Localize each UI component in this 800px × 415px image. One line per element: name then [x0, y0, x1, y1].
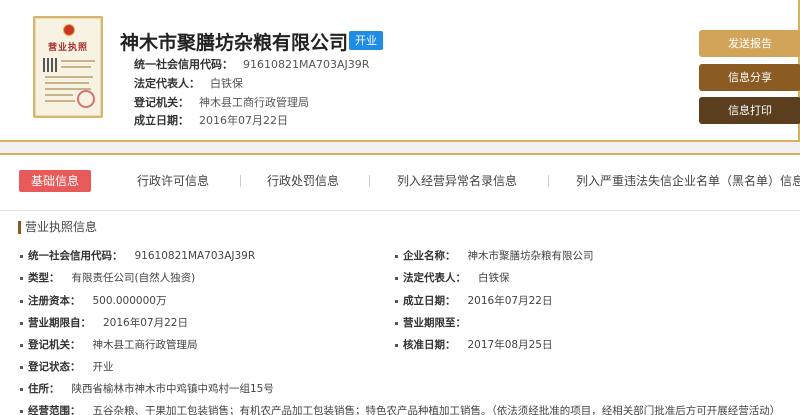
license-text-line: [45, 76, 93, 78]
header-authority-value: 神木县工商行政管理局: [199, 96, 309, 109]
header-established-label: 成立日期：: [134, 114, 189, 127]
field-label: 企业名称：: [403, 250, 456, 262]
license-thumbnail-title: 营业执照: [47, 43, 88, 53]
field-label: 注册资本：: [28, 295, 81, 307]
tab-blacklist[interactable]: 列入严重违法失信企业名单（黑名单）信息: [576, 170, 800, 192]
bullet-icon: [395, 299, 398, 303]
field-value: 陕西省榆林市神木市中鸡镇中鸡村一组15号: [71, 383, 274, 395]
red-seal-icon: [77, 90, 95, 108]
bullet-icon: [20, 276, 23, 280]
tab-abnormal-list[interactable]: 列入经营异常名录信息: [397, 170, 517, 192]
header-established-row: 成立日期： 2016年07月22日: [134, 112, 288, 128]
field-legal-representative: 法定代表人： 白铁保: [395, 270, 510, 285]
field-term-to: 营业期限至：: [395, 315, 478, 330]
field-value: 91610821MA703AJ39R: [134, 250, 256, 262]
bullet-icon: [20, 321, 23, 325]
field-registration-status: 登记状态： 开业: [20, 359, 114, 374]
tab-bar: 基础信息 行政许可信息 行政处罚信息 列入经营异常名录信息 列入严重违法失信企业…: [0, 155, 800, 211]
header-authority-row: 登记机关： 神木县工商行政管理局: [134, 94, 309, 110]
field-label: 营业期限至：: [403, 317, 466, 329]
header-credit-code-label: 统一社会信用代码：: [134, 58, 233, 71]
tab-basic-info[interactable]: 基础信息: [19, 170, 91, 192]
national-emblem-icon: [63, 24, 75, 36]
field-value: 开业: [92, 361, 114, 373]
field-label: 营业期限自：: [28, 317, 91, 329]
field-credit-code: 统一社会信用代码： 91610821MA703AJ39R: [20, 248, 255, 263]
bullet-icon: [20, 387, 23, 391]
field-label: 成立日期：: [403, 295, 456, 307]
bullet-icon: [395, 343, 398, 347]
field-value: 500.000000万: [92, 295, 167, 307]
header-authority-label: 登记机关：: [134, 96, 189, 109]
bullet-icon: [395, 254, 398, 258]
share-info-button[interactable]: 信息分享: [699, 64, 800, 91]
field-value: 白铁保: [478, 272, 510, 284]
bullet-icon: [20, 365, 23, 369]
field-label: 核准日期：: [403, 339, 456, 351]
qr-code-icon: [43, 58, 57, 72]
field-type: 类型： 有限责任公司(自然人独资): [20, 270, 195, 285]
field-value: 神木县工商行政管理局: [92, 339, 198, 351]
field-approval-date: 核准日期： 2017年08月25日: [395, 337, 552, 352]
field-label: 登记机关：: [28, 339, 81, 351]
field-value: 神木市聚膳坊杂粮有限公司: [467, 250, 594, 262]
field-value: 2016年07月22日: [467, 295, 553, 307]
field-registration-authority: 登记机关： 神木县工商行政管理局: [20, 337, 198, 352]
bullet-icon: [20, 299, 23, 303]
detail-panel: 基础信息 行政许可信息 行政处罚信息 列入经营异常名录信息 列入严重违法失信企业…: [0, 153, 800, 415]
tab-admin-penalty[interactable]: 行政处罚信息: [267, 170, 339, 192]
header-legal-rep-value: 白铁保: [210, 77, 243, 90]
header-legal-rep-label: 法定代表人：: [134, 77, 200, 90]
header-established-value: 2016年07月22日: [199, 114, 288, 127]
status-badge: 开业: [349, 31, 383, 50]
tab-separator: [369, 175, 370, 187]
header-credit-code-value: 91610821MA703AJ39R: [243, 58, 370, 71]
tab-separator: [240, 175, 241, 187]
field-address: 住所： 陕西省榆林市神木市中鸡镇中鸡村一组15号: [20, 381, 274, 396]
license-text-line: [61, 66, 91, 68]
header-legal-rep-row: 法定代表人： 白铁保: [134, 75, 243, 91]
field-term-from: 营业期限自： 2016年07月22日: [20, 315, 188, 330]
field-established-date: 成立日期： 2016年07月22日: [395, 293, 552, 308]
section-title: 营业执照信息: [18, 221, 97, 234]
field-value: 有限责任公司(自然人独资): [71, 272, 196, 284]
field-registered-capital: 注册资本： 500.000000万: [20, 293, 166, 308]
field-company-name: 企业名称： 神木市聚膳坊杂粮有限公司: [395, 248, 594, 263]
field-value: 2017年08月25日: [467, 339, 553, 351]
license-text-line: [45, 82, 89, 84]
field-label: 类型：: [28, 272, 60, 284]
tab-separator: [548, 175, 549, 187]
license-text-line: [45, 94, 73, 96]
field-business-scope: 经营范围： 五谷杂粮、干果加工包装销售；有机农产品加工包装销售；特色农产品种植加工…: [20, 403, 800, 415]
tab-admin-license[interactable]: 行政许可信息: [137, 170, 209, 192]
field-value: 2016年07月22日: [103, 317, 188, 329]
field-value: 五谷杂粮、干果加工包装销售；有机农产品加工包装销售；特色农产品种植加工销售。（依…: [92, 405, 781, 415]
bullet-icon: [20, 409, 23, 413]
field-label: 统一社会信用代码：: [28, 250, 123, 262]
send-report-button[interactable]: 发送报告: [699, 30, 800, 57]
business-license-thumbnail[interactable]: 营业执照: [33, 16, 103, 118]
license-text-line: [61, 60, 95, 62]
field-label: 住所：: [28, 383, 60, 395]
license-text-line: [45, 100, 75, 102]
header-credit-code-row: 统一社会信用代码： 91610821MA703AJ39R: [134, 56, 369, 72]
field-label: 法定代表人：: [403, 272, 466, 284]
bullet-icon: [20, 254, 23, 258]
print-info-button[interactable]: 信息打印: [699, 97, 800, 124]
field-label: 经营范围：: [28, 405, 81, 415]
bullet-icon: [395, 276, 398, 280]
bullet-icon: [20, 343, 23, 347]
company-header-card: 营业执照 神木市聚膳坊杂粮有限公司 开业 统一社会信用代码： 91610821MA…: [0, 0, 800, 142]
bullet-icon: [395, 321, 398, 325]
company-name: 神木市聚膳坊杂粮有限公司: [120, 32, 349, 54]
field-label: 登记状态：: [28, 361, 81, 373]
